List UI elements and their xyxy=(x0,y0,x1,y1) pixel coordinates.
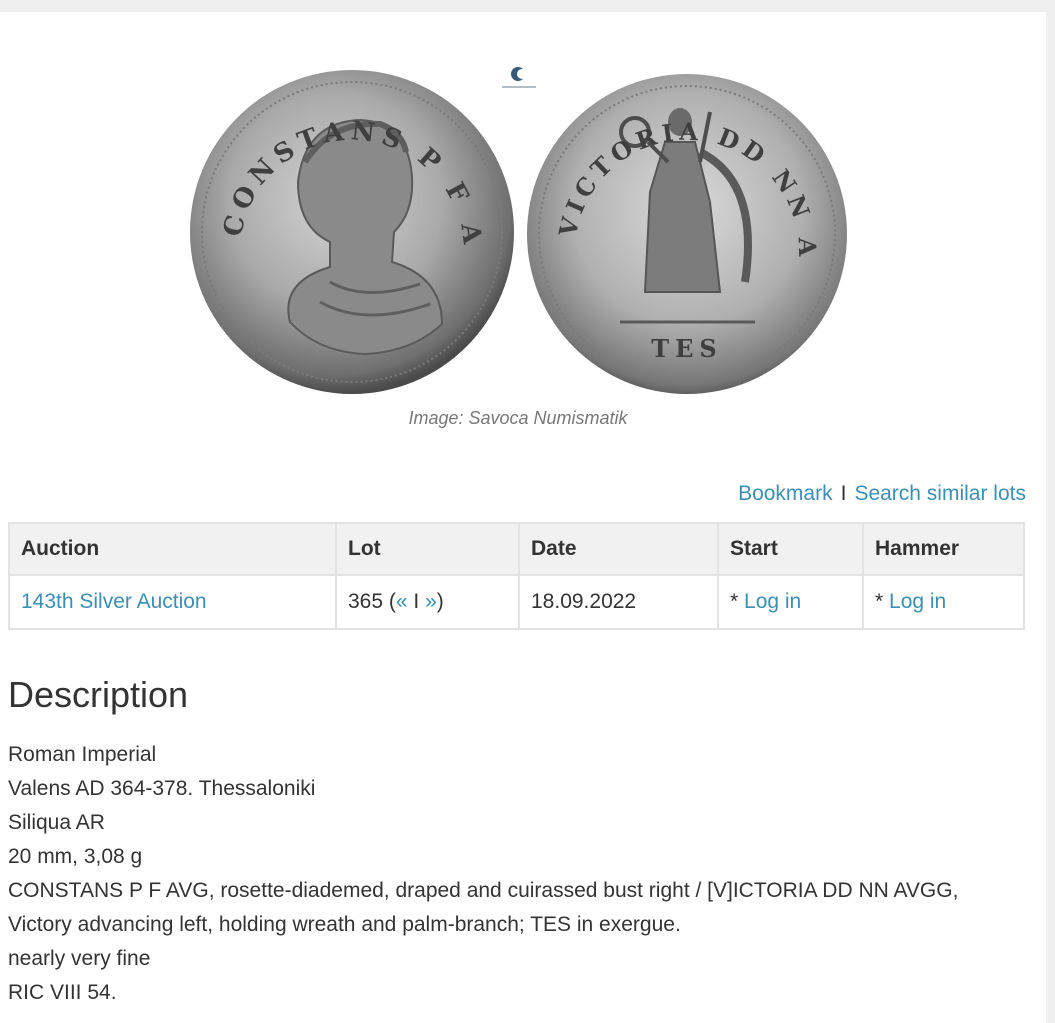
description-line: Victory advancing left, holding wreath a… xyxy=(8,913,681,936)
date-cell: 18.09.2022 xyxy=(518,574,719,630)
coin-photo: CONSTANS P F AVG TES xyxy=(180,52,847,394)
description-line: Roman Imperial xyxy=(8,743,157,766)
description-body: Roman Imperial Valens AD 364-378. Thessa… xyxy=(8,738,1038,1010)
savoca-logo-icon xyxy=(502,67,536,88)
lot-number: 365 xyxy=(348,590,384,613)
start-login-link[interactable]: Log in xyxy=(744,590,801,613)
description-line: RIC VIII 54. xyxy=(8,981,117,1004)
start-cell: * Log in xyxy=(717,574,864,630)
description-line: CONSTANS P F AVG, rosette-diademed, drap… xyxy=(8,879,959,902)
next-lot-link[interactable]: » xyxy=(425,590,437,613)
coin-image[interactable]: CONSTANS P F AVG TES xyxy=(180,52,860,412)
search-similar-lots-link[interactable]: Search similar lots xyxy=(854,482,1026,505)
reverse-exergue: TES xyxy=(651,334,722,363)
lot-actions: Bookmark I Search similar lots xyxy=(738,482,1026,506)
lot-nav-separator: I xyxy=(407,590,426,613)
hammer-login-link[interactable]: Log in xyxy=(889,590,946,613)
actions-separator: I xyxy=(840,482,847,505)
header-hammer: Hammer xyxy=(862,522,1025,576)
header-auction: Auction xyxy=(8,522,337,576)
description-heading: Description xyxy=(8,674,189,715)
image-caption: Image: Savoca Numismatik xyxy=(408,408,628,428)
header-date: Date xyxy=(518,522,719,576)
header-lot: Lot xyxy=(335,522,520,576)
lot-cell: 365 (« I ») xyxy=(335,574,520,630)
auction-link[interactable]: 143th Silver Auction xyxy=(21,590,207,613)
start-asterisk: * xyxy=(730,590,745,613)
header-start: Start xyxy=(717,522,864,576)
description-line: nearly very fine xyxy=(8,947,151,970)
description-line: Valens AD 364-378. Thessaloniki xyxy=(8,777,316,800)
table-header-row: Auction Lot Date Start Hammer xyxy=(8,522,1025,576)
bookmark-link[interactable]: Bookmark xyxy=(738,482,833,505)
hammer-cell: * Log in xyxy=(862,574,1025,630)
hammer-asterisk: * xyxy=(875,590,890,613)
obverse-coin: CONSTANS P F AVG xyxy=(180,52,514,394)
table-row: 143th Silver Auction 365 (« I ») 18.09.2… xyxy=(8,574,1025,630)
lot-open-paren: ( xyxy=(383,590,396,613)
lot-close-paren: ) xyxy=(436,590,444,613)
auction-table: Auction Lot Date Start Hammer 143th Silv… xyxy=(8,522,1025,630)
description-line: Siliqua AR xyxy=(8,811,105,834)
auction-cell: 143th Silver Auction xyxy=(8,574,337,630)
description-line: 20 mm, 3,08 g xyxy=(8,845,143,868)
page: CONSTANS P F AVG TES xyxy=(0,12,1046,1023)
previous-lot-link[interactable]: « xyxy=(396,590,408,613)
